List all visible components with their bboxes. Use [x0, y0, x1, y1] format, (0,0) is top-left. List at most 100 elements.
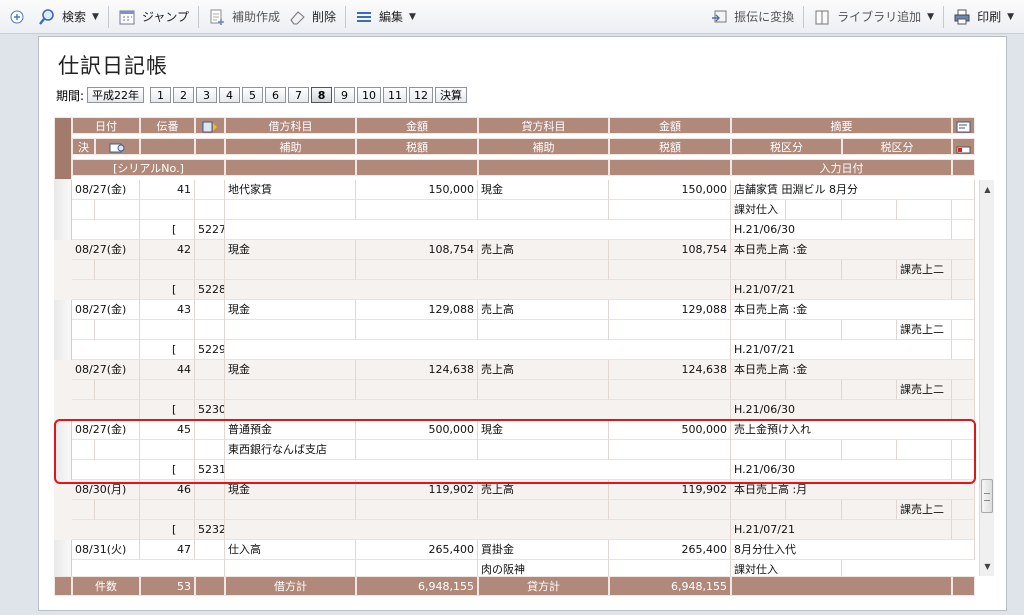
print-button[interactable]: 印刷 ▼	[949, 4, 1024, 30]
header-tax-category-2[interactable]: 税区分	[842, 138, 952, 155]
record-debit-sub	[225, 500, 356, 520]
add-library-button[interactable]: ライブラリ追加 ▼	[809, 4, 938, 30]
record-input-date: H.21/07/21	[731, 340, 952, 360]
edit-label: 編集	[379, 10, 404, 24]
journal-record[interactable]: 08/27(金) 41 地代家賃 150,000 現金 150,000 店舗家賃…	[54, 180, 975, 240]
chevron-down-icon: ▼	[409, 11, 416, 22]
magnifier-icon	[109, 142, 127, 154]
header-blank	[952, 159, 975, 176]
month-button-7[interactable]: 7	[288, 87, 310, 103]
month-button-12[interactable]: 12	[409, 87, 434, 103]
journal-record[interactable]: 08/27(金) 43 現金 129,088 売上高 129,088 本日売上高…	[54, 300, 975, 360]
month-button-2[interactable]: 2	[173, 87, 195, 103]
journal-record[interactable]: 08/27(金) 44 現金 124,638 売上高 124,638 本日売上高…	[54, 360, 975, 420]
record-debit-amount: 129,088	[356, 300, 478, 320]
record-debit-sub	[225, 380, 356, 400]
header-settle[interactable]: 決	[72, 138, 95, 155]
header-debit-tax[interactable]: 税額	[356, 138, 478, 155]
convert-transfer-label: 振伝に変換	[734, 10, 795, 24]
month-button-4[interactable]: 4	[219, 87, 241, 103]
header-credit-amount[interactable]: 金額	[609, 117, 731, 134]
scrollbar-thumb[interactable]	[981, 479, 993, 513]
month-button-10[interactable]: 10	[357, 87, 382, 103]
convert-transfer-button[interactable]: 振伝に変換	[706, 4, 798, 30]
journal-record[interactable]: 08/31(火) 47 仕入高 265,400 買掛金 265,400 8月分仕…	[54, 540, 975, 576]
aux-create-button[interactable]: 補助作成	[204, 4, 284, 30]
month-button-1[interactable]: 1	[150, 87, 172, 103]
header-slip-no[interactable]: 伝番	[140, 117, 195, 134]
header-credit-tax[interactable]: 税額	[609, 138, 731, 155]
record-blank	[786, 200, 842, 220]
scroll-down-icon[interactable]: ▼	[980, 559, 995, 574]
jump-button[interactable]: ジャンプ	[114, 4, 193, 30]
edit-menu-button[interactable]: 編集 ▼	[351, 4, 420, 30]
vertical-scrollbar[interactable]: ▲ ▼	[979, 180, 994, 576]
toolbar: 検索 ▼ ジャンプ 補助作成 削除 編集 ▼ 振伝に変換 ライブラリ追加 ▼ 印…	[0, 0, 1024, 34]
record-debit-account: 現金	[225, 360, 356, 380]
record-slip-no: 46	[140, 480, 195, 500]
delete-button[interactable]: 削除	[284, 4, 340, 30]
record-credit-amount: 265,400	[609, 540, 731, 560]
header-credit-account[interactable]: 貸方科目	[478, 117, 609, 134]
month-button-3[interactable]: 3	[196, 87, 218, 103]
header-serial-no[interactable]: [シリアルNo.]	[72, 159, 225, 176]
filter-button[interactable]	[95, 138, 140, 155]
print-label: 印刷	[977, 10, 1002, 24]
record-blank	[72, 440, 95, 460]
scroll-up-icon[interactable]: ▲	[980, 182, 995, 197]
record-credit-amount: 119,902	[609, 480, 731, 500]
search-button[interactable]: 検索 ▼	[34, 4, 103, 30]
expand-button[interactable]	[0, 4, 34, 30]
record-blank	[95, 260, 140, 280]
journal-record[interactable]: 08/30(月) 46 現金 119,902 売上高 119,902 本日売上高…	[54, 480, 975, 540]
record-blank	[95, 320, 140, 340]
month-button-9[interactable]: 9	[334, 87, 356, 103]
record-blank	[72, 220, 140, 240]
header-summary[interactable]: 摘要	[731, 117, 952, 134]
journal-record[interactable]: 08/27(金) 42 現金 108,754 売上高 108,754 本日売上高…	[54, 240, 975, 300]
record-blank	[72, 460, 140, 480]
header-debit-amount[interactable]: 金額	[356, 117, 478, 134]
month-button-6[interactable]: 6	[265, 87, 287, 103]
record-blank	[609, 500, 731, 520]
chevron-down-icon[interactable]: ▼	[92, 12, 99, 22]
record-blank	[356, 380, 478, 400]
record-input-date: H.21/07/21	[731, 280, 952, 300]
record-blank	[786, 380, 842, 400]
header-debit-account[interactable]: 借方科目	[225, 117, 356, 134]
delete-label: 削除	[312, 10, 337, 24]
month-button-5[interactable]: 5	[242, 87, 264, 103]
era-button[interactable]: 平成22年	[87, 87, 145, 103]
header-input-date[interactable]: 入力日付	[731, 159, 952, 176]
header-credit-sub[interactable]: 補助	[478, 138, 609, 155]
header-debit-sub[interactable]: 補助	[225, 138, 356, 155]
record-serial-open: [	[140, 220, 195, 240]
record-blank	[195, 200, 225, 220]
record-blank	[95, 380, 140, 400]
record-blank	[478, 440, 609, 460]
add-library-label: ライブラリ追加	[837, 10, 922, 24]
record-debit-account: 現金	[225, 300, 356, 320]
row-marker-button[interactable]	[952, 138, 975, 155]
record-slip-no: 41	[140, 180, 195, 200]
footer-blank	[195, 576, 225, 596]
record-tax-category-1	[731, 380, 786, 400]
column-toggle-button[interactable]	[195, 117, 225, 134]
toolbar-divider	[197, 5, 199, 28]
header-date[interactable]: 日付	[72, 117, 140, 134]
month-button-8[interactable]: 8	[311, 87, 333, 103]
month-button-11[interactable]: 11	[383, 87, 408, 103]
journal-record[interactable]: 08/27(金) 45 普通預金 500,000 現金 500,000 売上金預…	[54, 420, 975, 480]
edit-columns-button[interactable]	[952, 117, 975, 134]
record-blank	[609, 380, 731, 400]
settlement-button[interactable]: 決算	[435, 87, 468, 103]
record-tax-category-2	[842, 200, 897, 220]
record-blank	[225, 460, 731, 480]
document-add-icon	[208, 8, 226, 26]
record-count: 53	[140, 576, 195, 596]
convert-icon	[710, 8, 728, 26]
header-tax-category-1[interactable]: 税区分	[731, 138, 842, 155]
record-blank	[140, 500, 195, 520]
record-blank	[140, 380, 195, 400]
search-icon	[38, 8, 56, 26]
